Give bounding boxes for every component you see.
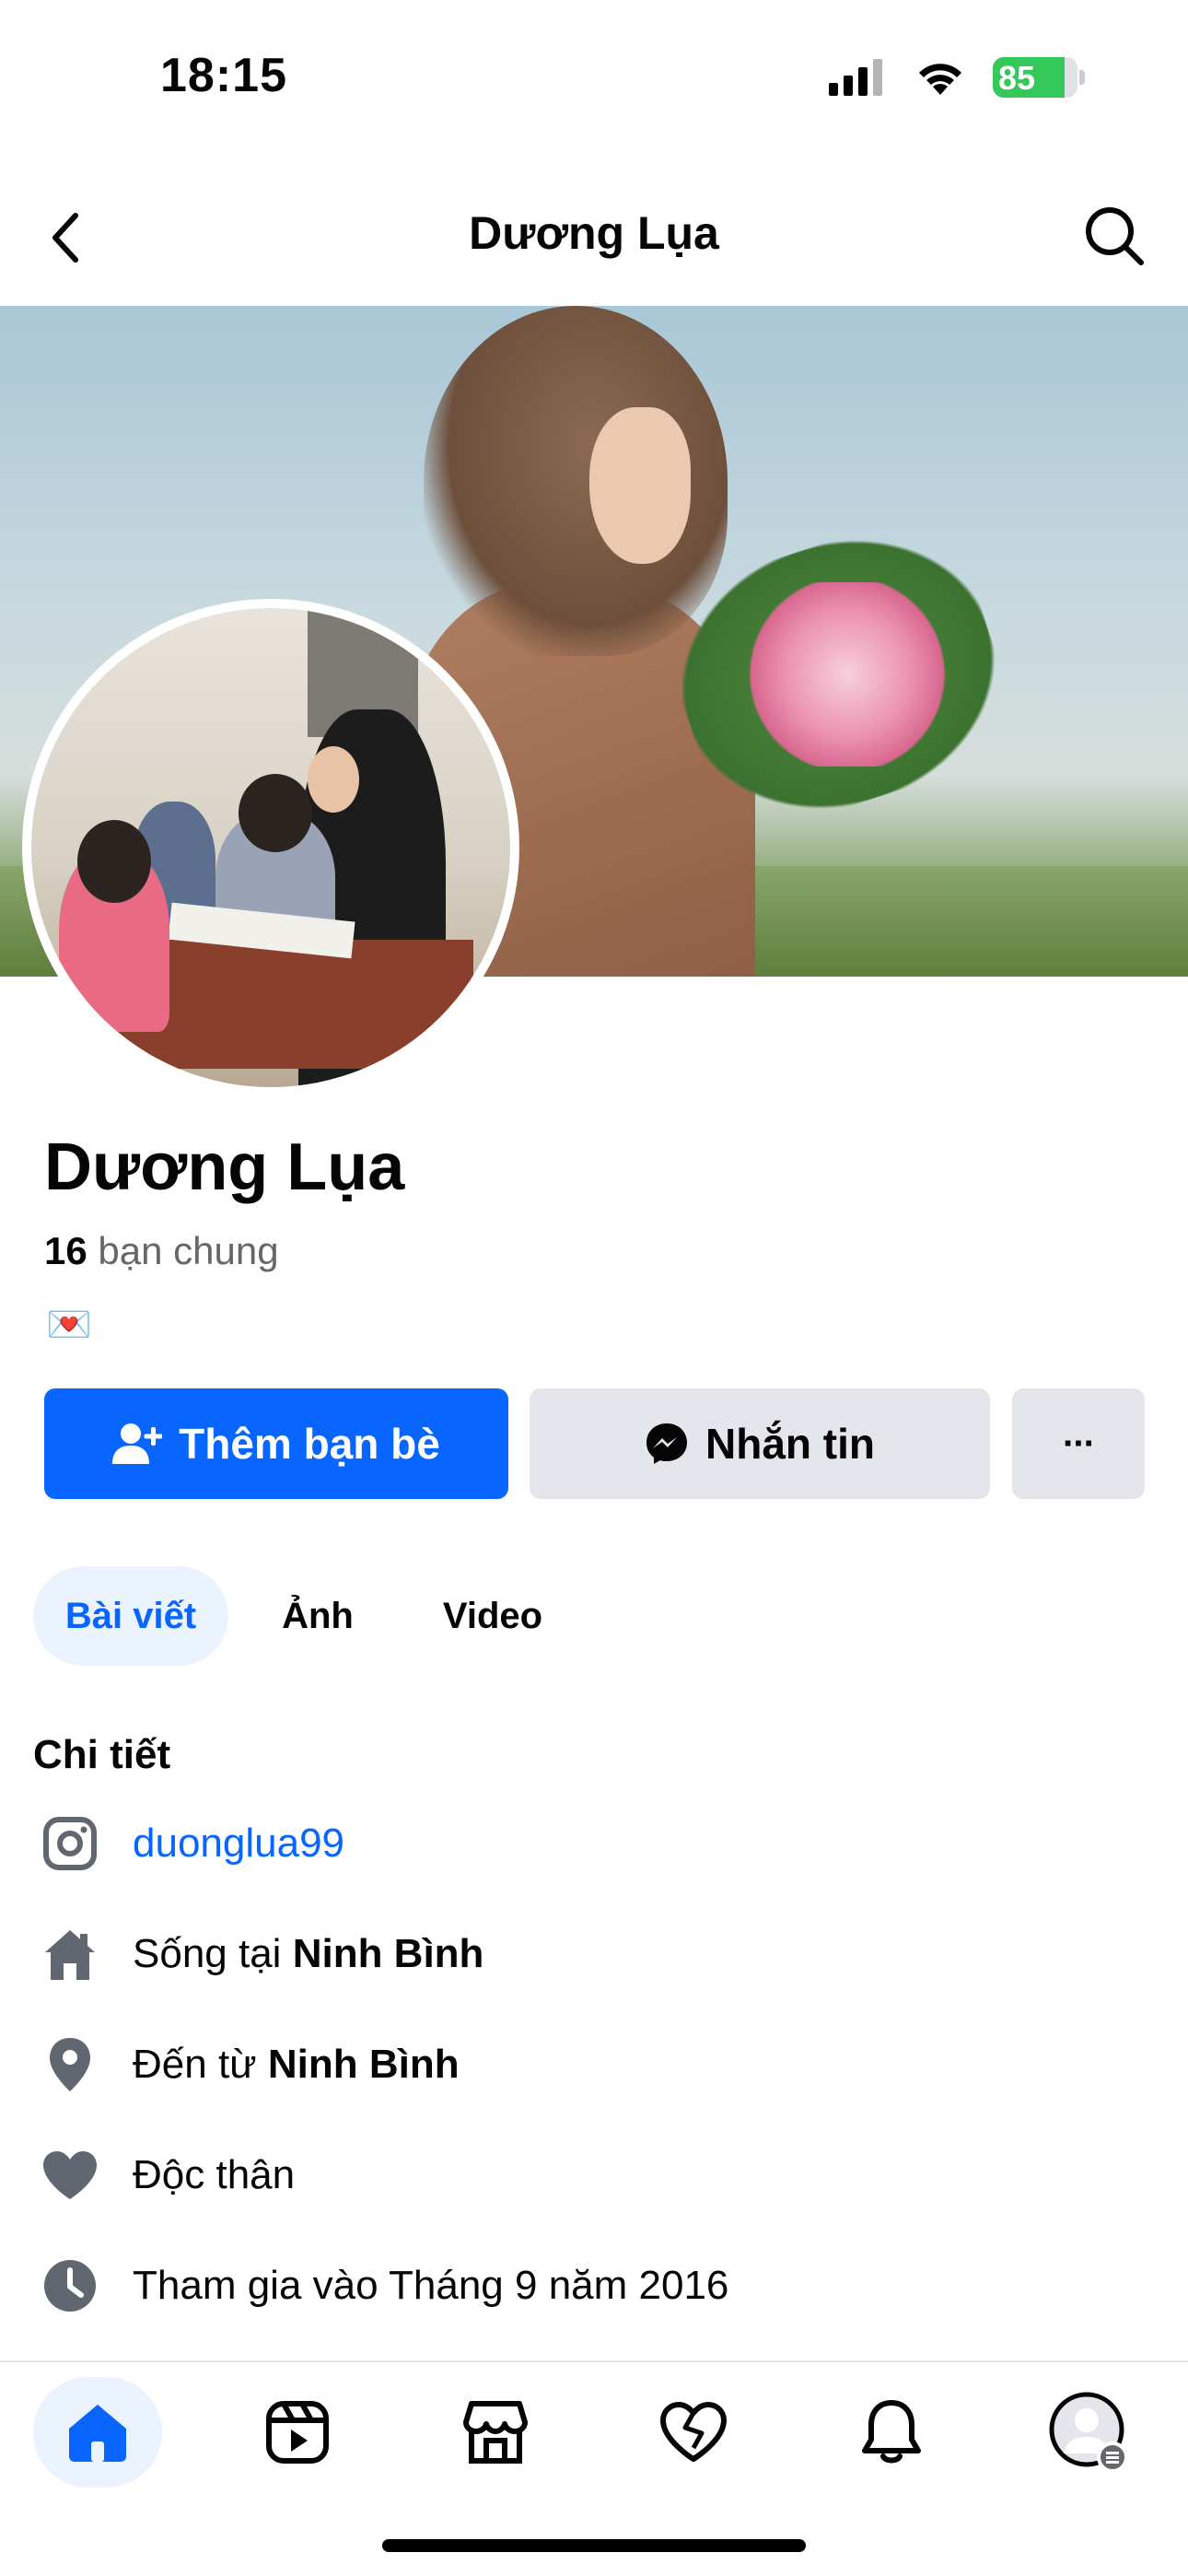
cover-lotus-flowers <box>746 582 949 767</box>
mutual-friends-label: bạn chung <box>98 1229 279 1272</box>
tab-videos[interactable]: Video <box>424 1566 562 1666</box>
avatar-student-head <box>239 774 312 852</box>
marketplace-icon <box>463 2401 528 2464</box>
bio-text: 💌 <box>46 1305 92 1345</box>
home-indicator <box>382 2539 806 2552</box>
from-place: Ninh Bình <box>267 2042 460 2087</box>
nav-marketplace[interactable] <box>431 2377 560 2488</box>
nav-divider <box>0 2360 1188 2362</box>
add-friend-label: Thêm bạn bè <box>179 1420 440 1468</box>
search-button[interactable] <box>1077 199 1151 273</box>
reels-icon <box>266 2401 329 2464</box>
dating-icon <box>660 2402 727 2462</box>
heart-icon <box>41 2146 99 2205</box>
message-label: Nhắn tin <box>705 1420 875 1468</box>
avatar-photo <box>31 608 510 1087</box>
from-prefix: Đến từ <box>133 2042 268 2087</box>
search-icon <box>1086 207 1144 265</box>
nav-home[interactable] <box>33 2377 162 2488</box>
battery-cap <box>1079 70 1085 85</box>
battery-charging-icon: 85 <box>993 57 1085 98</box>
home-icon <box>69 2405 126 2462</box>
home-location-icon <box>41 1925 99 1984</box>
messenger-icon <box>646 1423 687 1464</box>
avatar-teacher-face <box>308 746 359 813</box>
detail-lives-in: Sống tại Ninh Bình <box>41 1922 483 1986</box>
avatar[interactable] <box>22 599 519 1096</box>
cellular-signal-icon <box>829 59 882 96</box>
location-pin-icon <box>41 2035 99 2094</box>
add-friend-icon <box>112 1423 163 1464</box>
cover-figure-face <box>589 407 691 564</box>
lives-in-place: Ninh Bình <box>292 1931 484 1976</box>
profile-name: Dương Lụa <box>44 1130 405 1204</box>
detail-joined: Tham gia vào Tháng 9 năm 2016 <box>41 2254 728 2318</box>
details-heading: Chi tiết <box>33 1732 171 1777</box>
relationship-status: Độc thân <box>133 2152 296 2197</box>
lives-in-prefix: Sống tại <box>133 1931 293 1976</box>
nav-reels[interactable] <box>233 2377 362 2488</box>
notifications-icon <box>862 2400 921 2464</box>
mutual-friends[interactable]: 16 bạn chung <box>44 1229 279 1273</box>
wifi-icon <box>919 64 961 95</box>
clock-icon <box>41 2256 99 2315</box>
instagram-link[interactable]: duonglua99 <box>133 1821 344 1867</box>
profile-menu-icon <box>1049 2392 1128 2473</box>
joined-date: Tham gia vào Tháng 9 năm 2016 <box>133 2263 729 2308</box>
message-button[interactable]: Nhắn tin <box>530 1388 990 1499</box>
battery-indicator: 85 <box>993 57 1077 98</box>
nav-dating[interactable] <box>629 2377 758 2488</box>
avatar-student-head <box>77 820 151 903</box>
status-icons: 85 <box>829 57 1085 98</box>
battery-percent: 85 <box>998 59 1036 97</box>
nav-notifications[interactable] <box>827 2377 956 2488</box>
instagram-icon <box>41 1814 99 1873</box>
nav-profile-menu[interactable] <box>1025 2377 1154 2488</box>
detail-relationship: Độc thân <box>41 2143 295 2207</box>
page-title: Dương Lụa <box>469 207 719 259</box>
tab-photos[interactable]: Ảnh <box>258 1566 378 1666</box>
detail-from: Đến từ Ninh Bình <box>41 2032 460 2097</box>
tab-posts[interactable]: Bài viết <box>33 1566 228 1666</box>
more-options-button[interactable]: ··· <box>1012 1388 1145 1499</box>
add-friend-button[interactable]: Thêm bạn bè <box>44 1388 508 1499</box>
status-time: 18:15 <box>160 49 287 102</box>
mutual-friends-count: 16 <box>44 1229 87 1272</box>
bottom-nav <box>0 2364 1188 2502</box>
more-icon: ··· <box>1063 1423 1096 1464</box>
detail-instagram[interactable]: duonglua99 <box>41 1811 344 1876</box>
